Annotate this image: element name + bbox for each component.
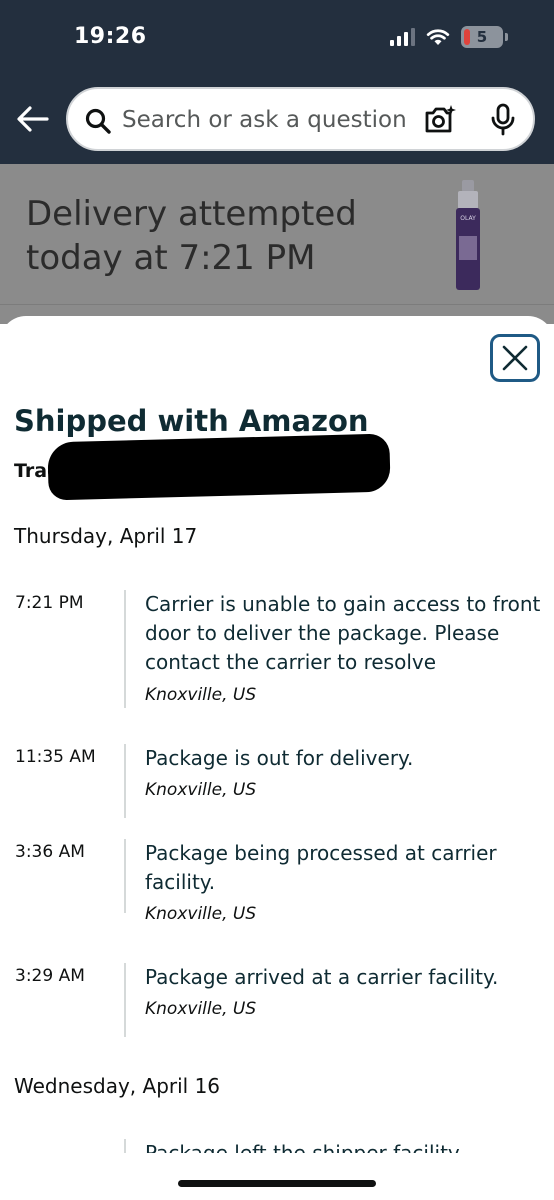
battery-icon: 5 (461, 26, 503, 48)
timeline-line (124, 1139, 126, 1153)
event-description: Package left the shipper facility. (145, 1141, 464, 1153)
home-indicator (178, 1180, 376, 1187)
delivery-status-text: Delivery attempted today at 7:21 PM (26, 194, 357, 278)
sheet-title: Shipped with Amazon (14, 404, 369, 438)
event-location: Knoxville, US (145, 999, 257, 1019)
day-heading: Wednesday, April 16 (14, 1074, 221, 1098)
event-location: Knoxville, US (145, 685, 257, 705)
cellular-signal-icon (390, 28, 415, 46)
divider (0, 304, 554, 305)
delivery-status-card: Delivery attempted today at 7:21 PM OLAY (0, 164, 554, 324)
back-button[interactable] (16, 102, 50, 136)
event-description: Package arrived at a carrier facility. (145, 965, 499, 989)
event-time: 3:29 AM (15, 966, 85, 986)
tracking-sheet: Shipped with Amazon Tracki Thursday, Apr… (0, 316, 554, 1200)
redaction-mark (47, 433, 391, 501)
battery-tip (505, 33, 508, 41)
event-time: 11:35 AM (15, 747, 96, 767)
event-location: Knoxville, US (145, 780, 257, 800)
timeline-line (124, 590, 126, 708)
close-icon (502, 345, 528, 371)
product-thumbnail: OLAY (456, 180, 480, 290)
wifi-icon (426, 29, 450, 45)
event-time: 7:21 PM (15, 593, 84, 613)
event-time: 3:36 AM (15, 842, 85, 862)
timeline-line (124, 839, 126, 913)
event-location: Knoxville, US (145, 904, 257, 924)
search-input[interactable] (122, 103, 412, 137)
arrow-left-icon (17, 106, 49, 132)
tracking-event-partial: Package left the shipper facility. (0, 1139, 554, 1153)
status-time: 19:26 (74, 24, 147, 49)
app-header: 19:26 5 (0, 0, 554, 164)
search-icon (85, 108, 111, 134)
day-heading: Thursday, April 17 (14, 524, 198, 548)
camera-icon[interactable] (423, 104, 457, 136)
status-icons: 5 (390, 26, 508, 48)
timeline-line (124, 963, 126, 1037)
svg-text:OLAY: OLAY (460, 215, 476, 222)
event-description: Package being processed at carrier facil… (145, 841, 497, 894)
search-bar[interactable] (66, 87, 535, 151)
event-description: Carrier is unable to gain access to fron… (145, 592, 541, 674)
timeline-line (124, 744, 126, 818)
close-button[interactable] (490, 334, 540, 382)
battery-level: 5 (476, 28, 488, 46)
microphone-icon[interactable] (488, 103, 518, 137)
event-description: Package is out for delivery. (145, 746, 414, 770)
